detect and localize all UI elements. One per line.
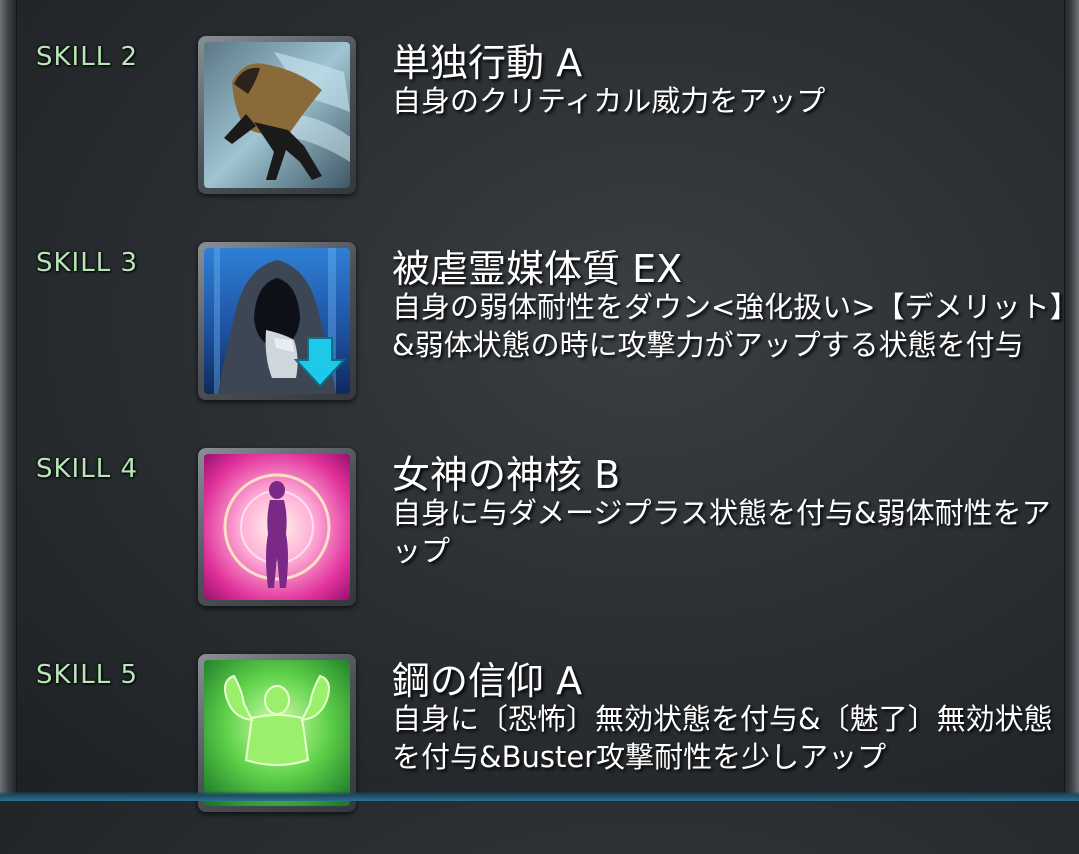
skill-icon-frame[interactable] <box>198 242 356 400</box>
skill-description: 自身の弱体耐性をダウン<強化扱い>【デメリット】&弱体状態の時に攻撃力がアップす… <box>392 290 1065 362</box>
skill-icon-frame[interactable] <box>198 448 356 606</box>
skill-tag: SKILL 4 <box>36 454 138 484</box>
skill-tag: SKILL 3 <box>36 248 138 278</box>
skill-row-3: SKILL 3 被虐霊媒体質 EX 自身の弱体耐性をダウン<強化扱い>【デメリッ… <box>0 242 1079 442</box>
skill-description: 自身のクリティカル威力をアップ <box>392 84 826 118</box>
hooded-runner-icon <box>204 42 350 188</box>
bottom-frame-border <box>0 791 1079 801</box>
goddess-silhouette-radiant-icon <box>204 454 350 600</box>
hooded-figure-debuff-down-arrow-icon <box>204 248 350 394</box>
skill-name: 女神の神核 B <box>392 453 621 497</box>
skill-name: 被虐霊媒体質 EX <box>392 247 683 291</box>
skill-row-4: SKILL 4 女神の神核 B 自身に与ダメージプラス状態を付与&弱体耐性をアッ… <box>0 448 1079 648</box>
flexing-figure-green-icon <box>204 660 350 806</box>
skill-description: 自身に〔恐怖〕無効状態を付与&〔魅了〕無効状態を付与&Buster攻撃耐性を少し… <box>392 702 1053 774</box>
skill-row-2: SKILL 2 単独行動 A 自身のクリティカル威力をアップ <box>0 36 1079 236</box>
skill-tag: SKILL 2 <box>36 42 138 72</box>
skill-icon-frame[interactable] <box>198 654 356 812</box>
skill-row-5: SKILL 5 鋼の信仰 A 自身に〔恐怖〕無効状態を付与&〔魅了〕無効状態を付… <box>0 654 1079 854</box>
skill-icon-frame[interactable] <box>198 36 356 194</box>
skill-description: 自身に与ダメージプラス状態を付与&弱体耐性をアップ <box>392 496 1051 568</box>
skill-name: 鋼の信仰 A <box>392 659 583 703</box>
skill-name: 単独行動 A <box>392 41 583 85</box>
skill-tag: SKILL 5 <box>36 660 138 690</box>
